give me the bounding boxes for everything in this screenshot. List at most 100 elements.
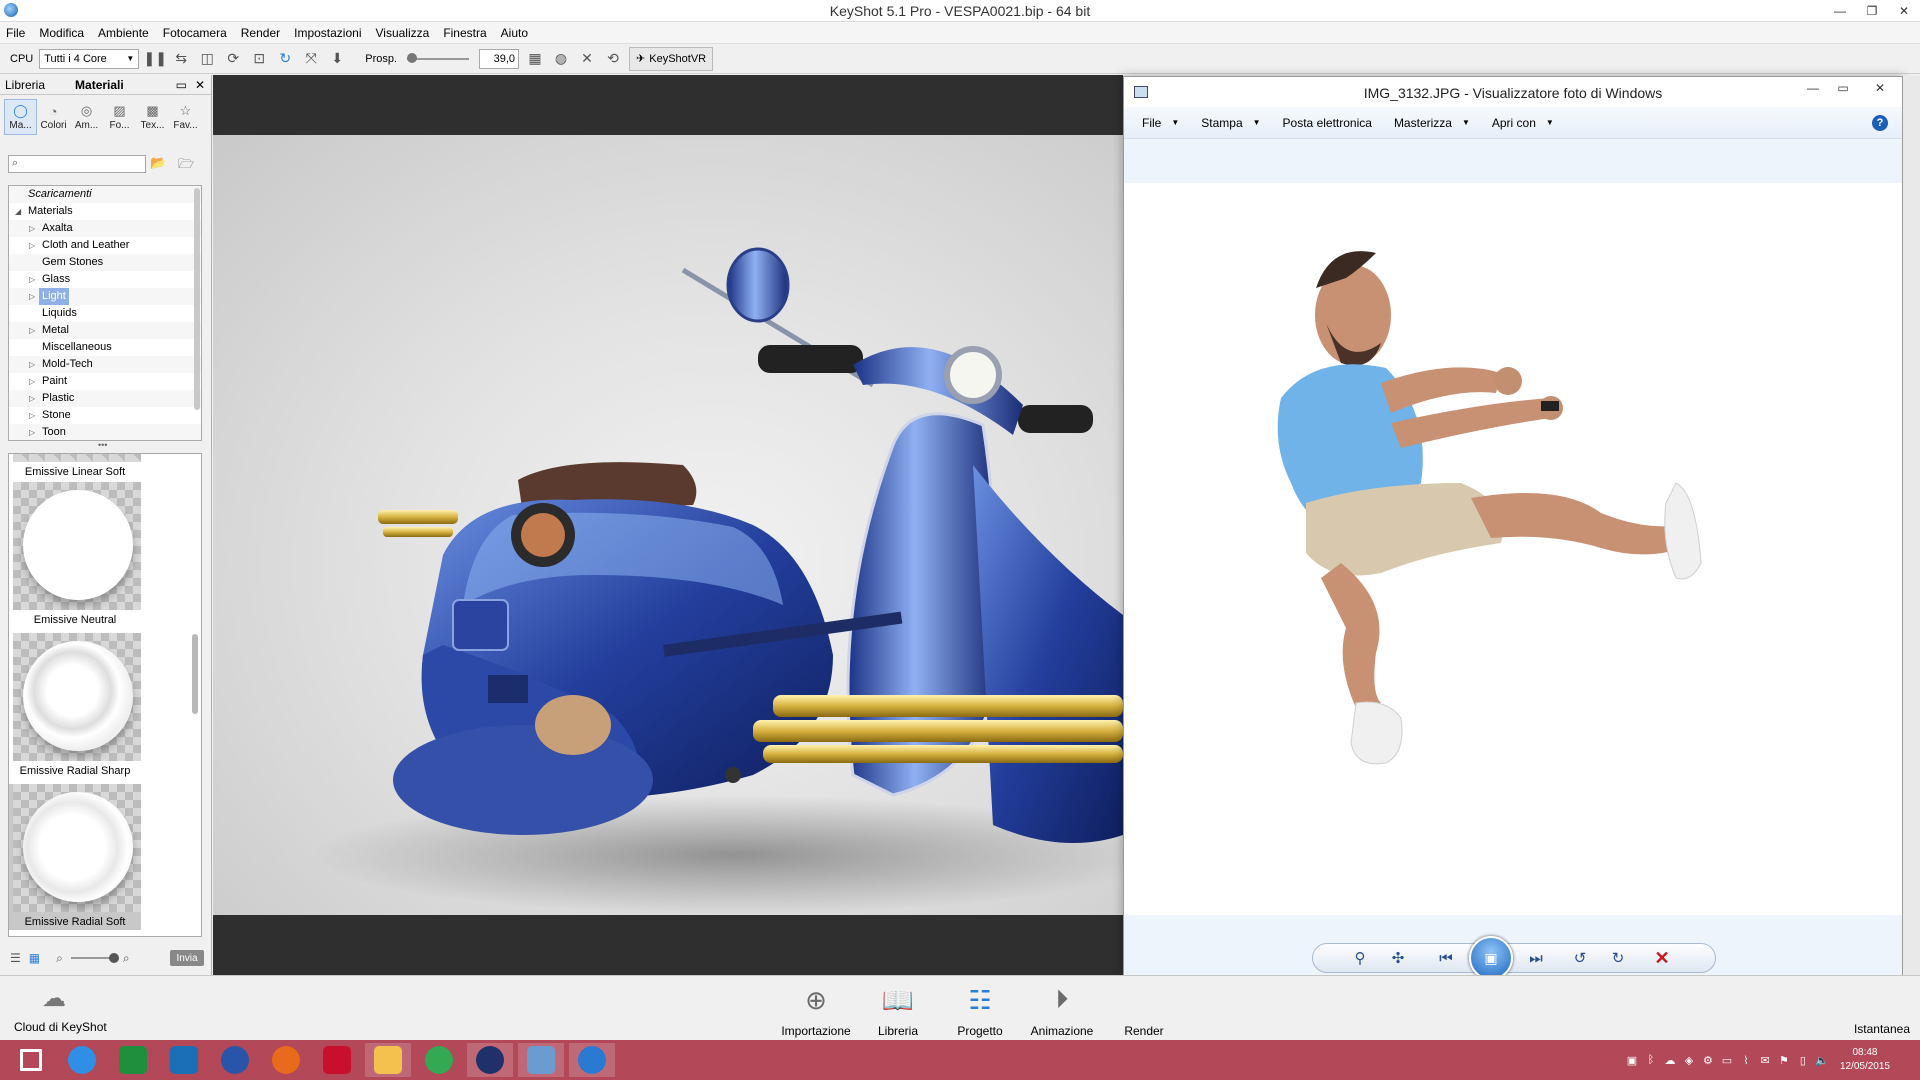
category-backplates[interactable]: ▨ Fo... <box>103 99 136 135</box>
taskbar-photo-viewer-button[interactable] <box>518 1043 564 1077</box>
screenshot-icon[interactable]: ◫ <box>197 49 217 69</box>
category-colors[interactable]: ◔ Colori <box>37 99 70 135</box>
list-view-icon[interactable]: ☰ <box>10 951 21 965</box>
tab-materiali[interactable]: Materiali <box>75 78 124 92</box>
taskbar-folder-button[interactable] <box>365 1043 411 1077</box>
refresh-icon[interactable]: ↻ <box>275 49 295 69</box>
viewer-menu-masterizza[interactable]: Masterizza ▼ <box>1386 116 1478 130</box>
tree-item-axalta[interactable]: ▷ Axalta <box>9 220 201 237</box>
new-folder-icon[interactable]: 📂 <box>150 155 166 171</box>
network-tool-icon[interactable]: ⚙ <box>1701 1053 1715 1067</box>
import-folder-icon[interactable]: 🗁 <box>178 155 194 177</box>
library-search-input[interactable]: ⌕ <box>8 155 146 173</box>
menu-modifica[interactable]: Modifica <box>39 26 84 40</box>
slideshow-button[interactable]: ▣ <box>1469 936 1513 980</box>
category-environments[interactable]: ◎ Am... <box>70 99 103 135</box>
rotate-left-icon[interactable]: ↺ <box>1561 946 1599 970</box>
expand-arrow-icon[interactable]: ▷ <box>29 237 35 254</box>
menu-visualizza[interactable]: Visualizza <box>376 26 430 40</box>
taskbar-store-button[interactable] <box>110 1043 156 1077</box>
transform-icon[interactable]: ✕ <box>577 49 597 69</box>
tree-item-light[interactable]: ▷ Light <box>9 288 201 305</box>
menu-finestra[interactable]: Finestra <box>443 26 486 40</box>
perspective-slider[interactable] <box>407 52 470 63</box>
rotate-right-icon[interactable]: ↻ <box>1599 946 1637 970</box>
material-thumb-emissive-radial-sharp[interactable]: Emissive Radial Sharp <box>9 633 141 779</box>
region-icon[interactable]: ▦ <box>525 49 545 69</box>
lock-icon[interactable]: ⊡ <box>249 49 269 69</box>
zoom-icon[interactable]: ⚲ <box>1341 946 1379 970</box>
expand-arrow-icon[interactable]: ▷ <box>29 271 35 288</box>
dock-render-button[interactable]: Render <box>1104 982 1184 1038</box>
expand-arrow-icon[interactable]: ▷ <box>29 288 35 305</box>
taskbar-keyshot-button[interactable] <box>569 1043 615 1077</box>
wifi-icon[interactable]: ⌇ <box>1739 1053 1753 1067</box>
onedrive-icon[interactable]: ☁ <box>1663 1053 1677 1067</box>
perspective-value-field[interactable]: 39,0 <box>479 48 520 69</box>
sync-icon[interactable]: ⟲ <box>603 49 623 69</box>
download-icon[interactable]: ⬇ <box>327 49 347 69</box>
material-thumb-emissive-radial-soft[interactable]: Emissive Radial Soft <box>9 784 141 930</box>
menu-file[interactable]: File <box>6 26 25 40</box>
next-icon[interactable]: ⏭ <box>1517 946 1555 970</box>
tree-item-plastic[interactable]: ▷ Plastic <box>9 390 201 407</box>
taskbar-compass-app-button[interactable] <box>212 1043 258 1077</box>
render-viewport[interactable] <box>213 75 1123 975</box>
menu-aiuto[interactable]: Aiuto <box>501 26 528 40</box>
viewer-maximize-button[interactable]: ▭ <box>1828 77 1858 99</box>
screen-icon[interactable]: ▭ <box>1720 1053 1734 1067</box>
close-panel-icon[interactable]: ✕ <box>195 78 205 92</box>
slider-knob[interactable] <box>108 953 119 963</box>
taskbar-windows-explorer-button[interactable] <box>8 1043 54 1077</box>
antivirus-icon[interactable]: ◈ <box>1682 1053 1696 1067</box>
material-thumb-emissive-neutral[interactable]: Emissive Neutral <box>9 482 141 628</box>
keyshotvr-button[interactable]: ✈ KeyShotVR <box>629 46 714 71</box>
thumbnails-scrollbar[interactable] <box>192 634 198 714</box>
expand-arrow-icon[interactable]: ▷ <box>29 390 35 407</box>
expand-arrow-icon[interactable]: ▷ <box>29 220 35 237</box>
keyshot-cloud-button[interactable]: ☁ Cloud di KeyShot <box>14 984 107 1034</box>
expand-arrow-icon[interactable]: ◢ <box>15 203 21 220</box>
tree-item-cloth-and-leather[interactable]: ▷ Cloth and Leather <box>9 237 201 254</box>
tree-item-scaricamenti[interactable]: Scaricamenti <box>9 186 201 203</box>
viewer-menu-apri-con[interactable]: Apri con ▼ <box>1484 116 1562 130</box>
dock-animation-button[interactable]: ⏵ Animazione <box>1022 982 1102 1038</box>
send-button[interactable]: Invia <box>170 950 204 966</box>
fit-view-icon[interactable]: ⤧ <box>301 49 321 69</box>
rotate-icon[interactable]: ⟳ <box>223 49 243 69</box>
pause-icon[interactable]: ❚❚ <box>144 49 167 69</box>
expand-arrow-icon[interactable]: ▷ <box>29 322 35 339</box>
taskbar-firefox-button[interactable] <box>263 1043 309 1077</box>
category-materials[interactable]: ◯ Ma... <box>4 99 37 135</box>
expand-arrow-icon[interactable]: ▷ <box>29 407 35 424</box>
material-thumb-emissive-linear-soft[interactable]: Emissive Linear Soft <box>9 454 141 480</box>
category-textures[interactable]: ▩ Tex... <box>136 99 169 135</box>
help-icon[interactable]: ? <box>1872 115 1888 131</box>
viewer-close-button[interactable]: ✕ <box>1858 77 1902 99</box>
zoom-in-icon[interactable]: ⌕ <box>123 951 130 966</box>
menu-ambiente[interactable]: Ambiente <box>98 26 149 40</box>
taskbar-chrome-button[interactable] <box>416 1043 462 1077</box>
category-favorites[interactable]: ☆ Fav... <box>169 99 202 135</box>
viewer-menu-file[interactable]: File ▼ <box>1134 116 1187 130</box>
tree-item-stone[interactable]: ▷ Stone <box>9 407 201 424</box>
minimize-button[interactable]: — <box>1824 0 1856 22</box>
taskbar-cinema4d-button[interactable] <box>467 1043 513 1077</box>
tree-scrollbar[interactable] <box>194 188 200 410</box>
delete-icon[interactable]: ✕ <box>1643 946 1681 970</box>
tree-item-liquids[interactable]: Liquids <box>9 305 201 322</box>
expand-arrow-icon[interactable]: ▷ <box>29 424 35 440</box>
taskbar-clock[interactable]: 08:48 12/05/2015 <box>1840 1046 1890 1074</box>
battery-icon[interactable]: ▯ <box>1796 1053 1810 1067</box>
fit-window-icon[interactable]: ✣ <box>1379 946 1417 970</box>
flag-icon[interactable]: ⚑ <box>1777 1053 1791 1067</box>
tree-item-miscellaneous[interactable]: Miscellaneous <box>9 339 201 356</box>
grid-view-icon[interactable]: ▦ <box>29 951 40 965</box>
tab-libreria[interactable]: Libreria <box>5 78 45 92</box>
tree-item-gem-stones[interactable]: Gem Stones <box>9 254 201 271</box>
tree-item-mold-tech[interactable]: ▷ Mold-Tech <box>9 356 201 373</box>
dock-import-button[interactable]: ⊕ Importazione <box>776 982 856 1039</box>
viewer-menu-stampa[interactable]: Stampa ▼ <box>1193 116 1268 130</box>
real-time-render[interactable] <box>213 135 1123 915</box>
tree-item-toon[interactable]: ▷ Toon <box>9 424 201 440</box>
